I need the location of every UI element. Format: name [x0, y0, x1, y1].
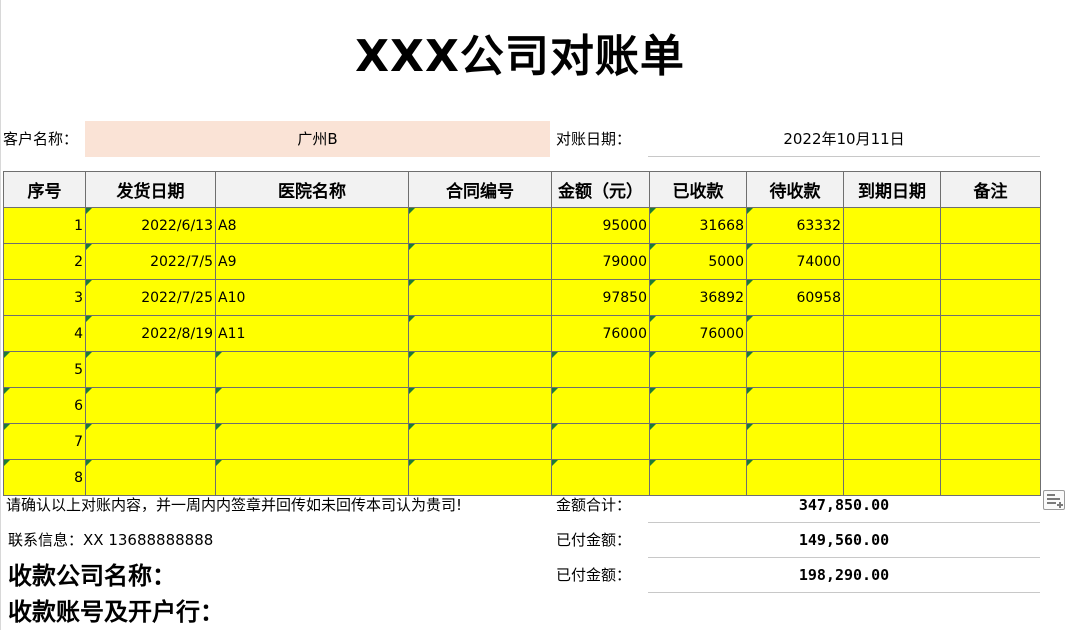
header-amount[interactable]: 金额（元） [551, 171, 650, 208]
pending-cell[interactable]: 60958 [746, 279, 844, 316]
hospital-name-cell[interactable] [215, 351, 409, 388]
ship-date-cell[interactable]: 2022/6/13 [85, 207, 216, 244]
hospital-name-cell[interactable]: A11 [215, 315, 409, 352]
row-index-cell[interactable]: 5 [3, 351, 86, 388]
table-header-row: 序号 发货日期 医院名称 合同编号 金额（元） 已收款 待收款 到期日期 备注 [3, 171, 1041, 208]
contact-info: 联系信息：XX 13688888888 [8, 531, 214, 549]
pending-cell[interactable] [746, 315, 844, 352]
page-title: XXX公司对账单 [355, 31, 685, 82]
remarks-cell[interactable] [940, 351, 1041, 388]
pending-cell[interactable] [746, 423, 844, 460]
hospital-name-cell[interactable] [215, 423, 409, 460]
hospital-name-cell[interactable]: A8 [215, 207, 409, 244]
pending-cell[interactable] [746, 387, 844, 424]
remarks-cell[interactable] [940, 315, 1041, 352]
row-index-cell[interactable]: 7 [3, 423, 86, 460]
received-cell[interactable] [649, 387, 747, 424]
amount-cell[interactable] [551, 387, 650, 424]
received-cell[interactable]: 5000 [649, 243, 747, 280]
header-ship-date[interactable]: 发货日期 [85, 171, 216, 208]
table-row: 3 2022/7/25 A10 97850 36892 60958 [3, 279, 1041, 316]
due-date-cell[interactable] [843, 207, 941, 244]
due-date-cell[interactable] [843, 243, 941, 280]
paid-amount-label: 已付金额： [556, 531, 632, 549]
statement-date-cell[interactable]: 2022年10月11日 [648, 121, 1040, 157]
payee-account-label: 收款账号及开户行： [8, 598, 224, 626]
paid-amount-value[interactable]: 149,560.00 [648, 523, 1040, 558]
received-cell[interactable] [649, 351, 747, 388]
row-index-cell[interactable]: 1 [3, 207, 86, 244]
remarks-cell[interactable] [940, 387, 1041, 424]
second-paid-amount-value[interactable]: 198,290.00 [648, 558, 1040, 593]
pending-cell[interactable]: 74000 [746, 243, 844, 280]
table-row: 6 [3, 387, 1041, 424]
paste-options-icon[interactable] [1043, 490, 1065, 510]
hospital-name-cell[interactable]: A10 [215, 279, 409, 316]
contract-no-cell[interactable] [408, 207, 552, 244]
pending-cell[interactable] [746, 351, 844, 388]
customer-label: 客户名称： [3, 130, 79, 148]
ship-date-cell[interactable]: 2022/7/5 [85, 243, 216, 280]
contract-no-cell[interactable] [408, 387, 552, 424]
received-cell[interactable] [649, 423, 747, 460]
amount-cell[interactable]: 97850 [551, 279, 650, 316]
header-remarks[interactable]: 备注 [940, 171, 1041, 208]
amount-cell[interactable]: 79000 [551, 243, 650, 280]
due-date-cell[interactable] [843, 315, 941, 352]
row-index-cell[interactable]: 6 [3, 387, 86, 424]
header-due-date[interactable]: 到期日期 [843, 171, 941, 208]
hospital-name-cell[interactable]: A9 [215, 243, 409, 280]
table-row: 5 [3, 351, 1041, 388]
due-date-cell[interactable] [843, 279, 941, 316]
statement-date-label: 对账日期： [556, 130, 632, 148]
contract-no-cell[interactable] [408, 423, 552, 460]
contract-no-cell[interactable] [408, 243, 552, 280]
ship-date-cell[interactable]: 2022/8/19 [85, 315, 216, 352]
amount-cell[interactable]: 76000 [551, 315, 650, 352]
customer-name-cell[interactable]: 广州B [85, 121, 550, 157]
amount-cell[interactable] [551, 423, 650, 460]
table-row: 4 2022/8/19 A11 76000 76000 [3, 315, 1041, 352]
due-date-cell[interactable] [843, 423, 941, 460]
table-row: 2 2022/7/5 A9 79000 5000 74000 [3, 243, 1041, 280]
ship-date-cell[interactable] [85, 351, 216, 388]
total-amount-value[interactable]: 347,850.00 [648, 488, 1040, 523]
contract-no-cell[interactable] [408, 315, 552, 352]
header-pending[interactable]: 待收款 [746, 171, 844, 208]
header-hospital-name[interactable]: 医院名称 [215, 171, 409, 208]
header-received[interactable]: 已收款 [649, 171, 747, 208]
remarks-cell[interactable] [940, 279, 1041, 316]
table-row: 1 2022/6/13 A8 95000 31668 63332 [3, 207, 1041, 244]
received-cell[interactable]: 76000 [649, 315, 747, 352]
confirmation-note: 请确认以上对账内容，并一周内内签章并回传如未回传本司认为贵司! [6, 496, 463, 514]
amount-cell[interactable]: 95000 [551, 207, 650, 244]
remarks-cell[interactable] [940, 423, 1041, 460]
header-index[interactable]: 序号 [3, 171, 86, 208]
table-row: 7 [3, 423, 1041, 460]
amount-cell[interactable] [551, 351, 650, 388]
remarks-cell[interactable] [940, 243, 1041, 280]
total-amount-label: 金额合计： [556, 496, 632, 514]
contract-no-cell[interactable] [408, 279, 552, 316]
hospital-name-cell[interactable] [215, 387, 409, 424]
received-cell[interactable]: 36892 [649, 279, 747, 316]
due-date-cell[interactable] [843, 387, 941, 424]
contract-no-cell[interactable] [408, 351, 552, 388]
row-index-cell[interactable]: 2 [3, 243, 86, 280]
ship-date-cell[interactable] [85, 387, 216, 424]
second-paid-amount-label: 已付金额： [556, 566, 632, 584]
ship-date-cell[interactable]: 2022/7/25 [85, 279, 216, 316]
sheet-left-edge [0, 0, 1, 630]
statement-table: 序号 发货日期 医院名称 合同编号 金额（元） 已收款 待收款 到期日期 备注 … [3, 171, 1041, 496]
payee-company-label: 收款公司名称： [8, 562, 176, 590]
header-contract-no[interactable]: 合同编号 [408, 171, 552, 208]
due-date-cell[interactable] [843, 351, 941, 388]
remarks-cell[interactable] [940, 207, 1041, 244]
pending-cell[interactable]: 63332 [746, 207, 844, 244]
received-cell[interactable]: 31668 [649, 207, 747, 244]
row-index-cell[interactable]: 4 [3, 315, 86, 352]
ship-date-cell[interactable] [85, 423, 216, 460]
row-index-cell[interactable]: 3 [3, 279, 86, 316]
